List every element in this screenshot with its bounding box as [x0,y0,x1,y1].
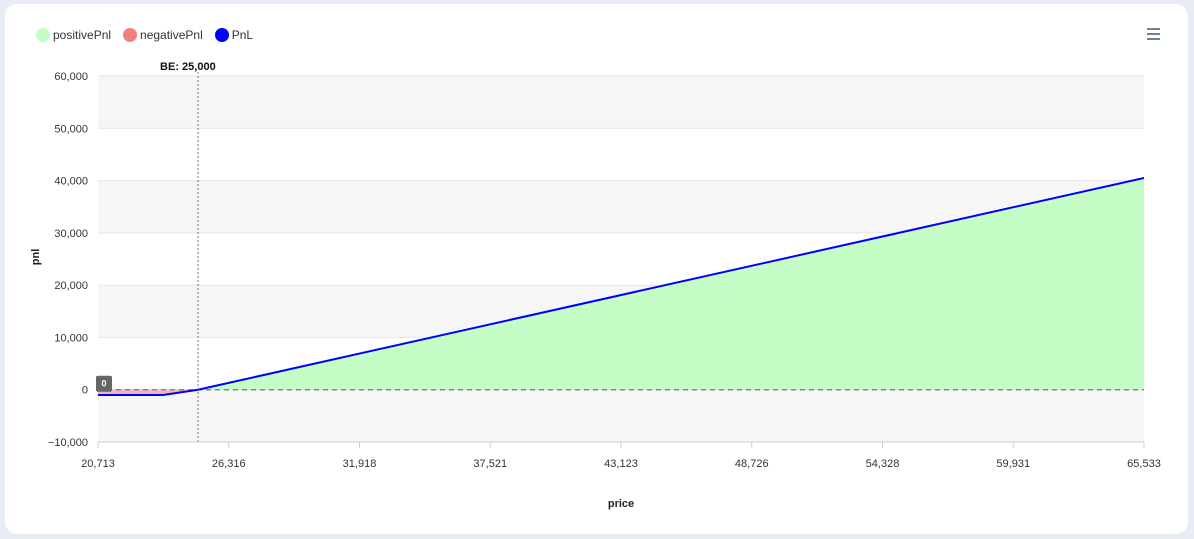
x-tick-label: 26,316 [212,458,246,470]
y-tick-label: 50,000 [54,123,88,135]
y-tick-label: 60,000 [54,71,88,83]
x-tick-label: 54,328 [866,458,900,470]
y-tick-label: 10,000 [54,332,88,344]
x-tick-label: 31,918 [343,458,377,470]
y-tick-label: 0 [82,385,88,397]
x-tick-label: 59,931 [996,458,1030,470]
x-tick-label: 37,521 [473,458,507,470]
breakeven-label: BE: 25,000 [160,61,216,73]
x-tick-label: 48,726 [735,458,769,470]
y-tick-label: 40,000 [54,176,88,188]
grid-band [98,76,1144,129]
x-tick-label: 20,713 [81,458,115,470]
x-tick-label: 43,123 [604,458,638,470]
pnl-chart: BE: 25,000 0 60,000 50,000 40,000 30,000 20,00… [30,61,1161,510]
y-axis-title: pnl [30,249,42,266]
y-tick-label: 30,000 [54,228,88,240]
grid-band [98,389,1144,442]
y-tick-label: −10,000 [48,437,88,449]
x-tick-label: 65,533 [1127,458,1161,470]
y-tick-label: 20,000 [54,280,88,292]
zero-badge-label: 0 [101,379,106,389]
x-axis-title: price [608,498,634,510]
